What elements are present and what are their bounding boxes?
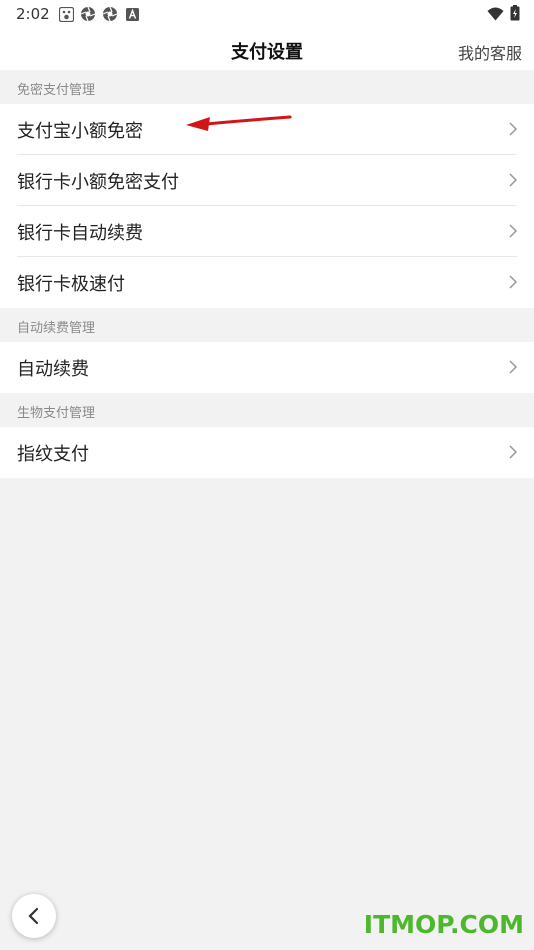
chevron-right-icon (509, 275, 518, 289)
status-bar: 2:02 (0, 0, 534, 28)
status-notification-icons (58, 6, 140, 22)
customer-service-link[interactable]: 我的客服 (458, 40, 522, 64)
baidu-icon (58, 6, 74, 22)
a-badge-icon (124, 6, 140, 22)
chevron-right-icon (509, 224, 518, 238)
status-system-icons (487, 5, 520, 25)
row-auto-renewal[interactable]: 自动续费 (0, 342, 534, 393)
row-bank-card-auto-renewal[interactable]: 银行卡自动续费 (0, 206, 534, 257)
watermark: ITMOP.COM (363, 910, 524, 939)
chevron-right-icon (509, 360, 518, 374)
row-fingerprint-pay[interactable]: 指纹支付 (0, 427, 534, 478)
aperture-icon (80, 6, 96, 22)
section-header-label: 免密支付管理 (17, 83, 96, 98)
page-title: 支付设置 (231, 42, 303, 63)
chevron-right-icon (509, 173, 518, 187)
row-label: 自动续费 (17, 359, 89, 380)
row-label: 支付宝小额免密 (17, 121, 143, 142)
nav-bar: 支付设置 我的客服 (0, 28, 534, 70)
chevron-left-icon (28, 907, 39, 925)
settings-group: 自动续费 (0, 342, 534, 393)
annotation-arrow-icon (186, 115, 292, 131)
settings-group: 指纹支付 (0, 427, 534, 478)
row-label: 银行卡极速付 (17, 274, 125, 295)
row-label: 银行卡自动续费 (17, 223, 143, 244)
row-label: 指纹支付 (17, 444, 89, 465)
back-button[interactable] (12, 894, 56, 938)
row-label: 银行卡小额免密支付 (17, 172, 179, 193)
aperture-icon (102, 6, 118, 22)
section-header-label: 自动续费管理 (17, 321, 96, 336)
section-header: 免密支付管理 (0, 70, 534, 104)
row-bank-card-express-pay[interactable]: 银行卡极速付 (0, 257, 534, 308)
chevron-right-icon (509, 122, 518, 136)
status-time: 2:02 (16, 5, 50, 23)
row-bank-card-small-amount-free[interactable]: 银行卡小额免密支付 (0, 155, 534, 206)
chevron-right-icon (509, 445, 518, 459)
battery-icon (510, 5, 520, 25)
wifi-icon (487, 6, 504, 25)
section-header-label: 生物支付管理 (17, 406, 96, 421)
section-header: 生物支付管理 (0, 393, 534, 427)
section-header: 自动续费管理 (0, 308, 534, 342)
